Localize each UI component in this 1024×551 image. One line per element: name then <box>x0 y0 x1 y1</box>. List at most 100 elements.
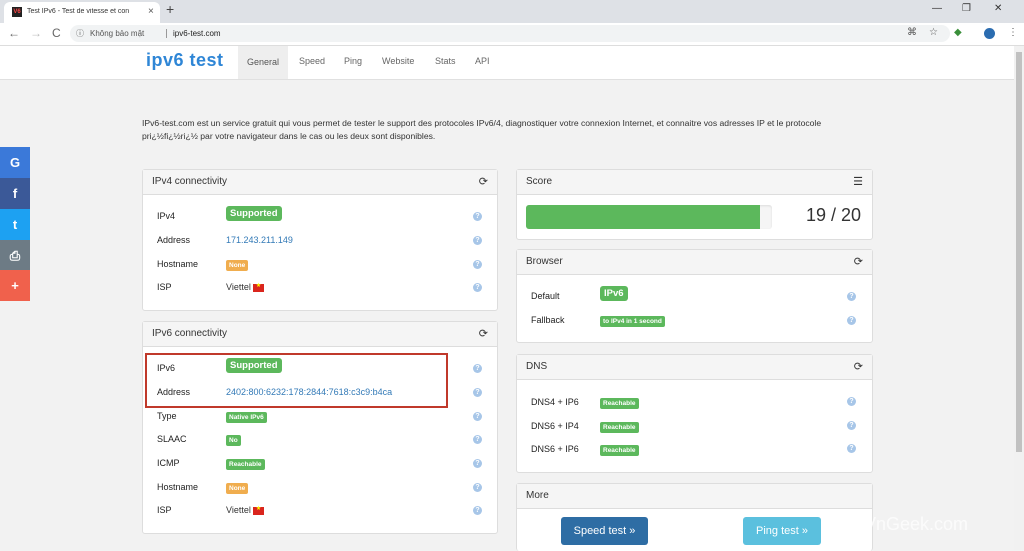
dns-panel: DNS ⟳ DNS4 + IP6 Reachable DNS6 + IP4 Re… <box>516 354 873 473</box>
favicon-icon: V6 <box>12 7 22 17</box>
hostname-label: Hostname <box>157 482 199 492</box>
refresh-icon[interactable]: ⟳ <box>479 322 488 346</box>
address-label: Address <box>157 235 191 245</box>
help-icon[interactable]: ? <box>473 459 482 468</box>
nav-general[interactable]: General <box>238 46 289 79</box>
ping-test-button[interactable]: Ping test » <box>743 517 821 545</box>
help-icon[interactable]: ? <box>473 483 482 492</box>
ipv4-panel: IPv4 connectivity ⟳ IPv4 Supported Addre… <box>142 169 498 311</box>
ipv6-panel-title: IPv6 connectivity <box>152 328 228 339</box>
nav-stats[interactable]: Stats <box>435 56 456 66</box>
info-icon[interactable]: ⓘ <box>76 25 84 42</box>
scrollbar-thumb[interactable] <box>1016 52 1022 452</box>
facebook-share-icon[interactable]: f <box>0 178 30 209</box>
more-panel-header: More <box>517 484 872 509</box>
ipv4-supported-badge: Supported <box>226 206 282 221</box>
ipv4-label: IPv4 <box>157 211 176 221</box>
dns-reachable-badge: Reachable <box>600 398 639 409</box>
tab-title: Test IPv6 - Test de vitesse et con <box>27 8 130 15</box>
window-close-icon[interactable]: ✕ <box>994 3 1002 14</box>
help-icon[interactable]: ? <box>473 506 482 515</box>
browser-toolbar: ← → C ⓘ Không bảo mật ipv6-test.com ⌘ ☆ … <box>0 23 1024 46</box>
help-icon[interactable]: ? <box>847 444 856 453</box>
watermark: VnGeek.com <box>864 514 969 534</box>
menu-icon[interactable]: ⋮ <box>1008 27 1018 38</box>
back-icon[interactable]: ← <box>8 26 20 40</box>
tab-close-icon[interactable]: × <box>148 6 154 17</box>
help-icon[interactable]: ? <box>473 236 482 245</box>
more-share-icon[interactable]: + <box>0 270 30 301</box>
site-navbar: ipv6 test General Speed Ping Website Sta… <box>0 46 1014 80</box>
fallback-label: Fallback <box>531 315 565 325</box>
ipv4-address-link[interactable]: 171.243.211.149 <box>226 235 293 245</box>
tab-strip: V6 Test IPv6 - Test de vitesse et con × … <box>0 0 1024 23</box>
google-share-icon[interactable]: G <box>0 147 30 178</box>
ipv4-panel-header: IPv4 connectivity ⟳ <box>143 170 497 195</box>
extension-icon[interactable]: ◆ <box>954 27 962 38</box>
dns-label: DNS4 + IP6 <box>531 397 579 407</box>
help-icon[interactable]: ? <box>847 397 856 406</box>
refresh-icon[interactable]: ⟳ <box>854 355 863 379</box>
browser-panel-title: Browser <box>526 256 563 267</box>
dns-label: DNS6 + IP6 <box>531 444 579 454</box>
refresh-icon[interactable]: ⟳ <box>854 250 863 274</box>
intro-text: IPv6-test.com est un service gratuit qui… <box>142 118 822 141</box>
translate-icon[interactable]: ⌘ <box>907 27 917 38</box>
nav-api[interactable]: API <box>475 56 490 66</box>
speed-test-button[interactable]: Speed test » <box>561 517 648 545</box>
native-ipv6-badge: Native IPv6 <box>226 412 267 423</box>
profile-avatar[interactable] <box>984 28 995 39</box>
nav-website[interactable]: Website <box>382 56 414 66</box>
score-panel-header: Score ☰ <box>517 170 872 195</box>
isp-value: Viettel <box>226 282 251 292</box>
help-icon[interactable]: ? <box>473 412 482 421</box>
bookmark-star-icon[interactable]: ☆ <box>929 27 938 38</box>
score-panel-title: Score <box>526 176 553 187</box>
help-icon[interactable]: ? <box>473 260 482 269</box>
help-icon[interactable]: ? <box>473 388 482 397</box>
ipv4-panel-title: IPv4 connectivity <box>152 176 228 187</box>
browser-panel-header: Browser ⟳ <box>517 250 872 275</box>
help-icon[interactable]: ? <box>847 316 856 325</box>
site-logo[interactable]: ipv6 test <box>146 50 224 71</box>
isp-value: Viettel <box>226 505 251 515</box>
score-progress-fill <box>526 205 760 229</box>
help-icon[interactable]: ? <box>847 421 856 430</box>
slaac-badge: No <box>226 435 241 446</box>
nav-ping[interactable]: Ping <box>344 56 362 66</box>
twitter-share-icon[interactable]: t <box>0 209 30 240</box>
url-text[interactable]: ipv6-test.com <box>173 25 221 42</box>
minimize-icon[interactable]: — <box>932 3 942 14</box>
nav-speed[interactable]: Speed <box>299 56 325 66</box>
dns-label: DNS6 + IP4 <box>531 421 579 431</box>
hostname-none-badge: None <box>226 260 249 271</box>
help-icon[interactable]: ? <box>847 292 856 301</box>
list-icon[interactable]: ☰ <box>853 170 863 194</box>
help-icon[interactable]: ? <box>473 283 482 292</box>
dns-panel-header: DNS ⟳ <box>517 355 872 380</box>
print-share-icon[interactable]: ⎙ <box>0 240 30 271</box>
dns-reachable-badge: Reachable <box>600 422 639 433</box>
reload-icon[interactable]: C <box>52 26 61 40</box>
new-tab-button[interactable]: + <box>166 1 174 17</box>
fallback-badge: to IPv4 in 1 second <box>600 316 665 327</box>
browser-tab[interactable]: V6 Test IPv6 - Test de vitesse et con × <box>4 2 160 23</box>
restore-icon[interactable]: ❐ <box>962 3 971 14</box>
vietnam-flag-icon <box>252 282 264 292</box>
help-icon[interactable]: ? <box>473 212 482 221</box>
dns-reachable-badge: Reachable <box>600 445 639 456</box>
address-separator <box>166 29 167 38</box>
score-value: 19 / 20 <box>805 205 861 225</box>
forward-icon[interactable]: → <box>30 26 42 40</box>
more-panel-title: More <box>526 490 549 501</box>
score-panel: Score ☰ 19 / 20 <box>516 169 873 240</box>
browser-panel: Browser ⟳ Default IPv6 Fallback to IPv4 … <box>516 249 873 343</box>
refresh-icon[interactable]: ⟳ <box>479 170 488 194</box>
icmp-label: ICMP <box>157 458 180 468</box>
help-icon[interactable]: ? <box>473 364 482 373</box>
type-label: Type <box>157 411 177 421</box>
default-ipv6-badge: IPv6 <box>600 286 628 301</box>
help-icon[interactable]: ? <box>473 435 482 444</box>
address-bar[interactable]: ⓘ Không bảo mật ipv6-test.com <box>70 25 950 42</box>
score-progress-bar <box>526 205 772 229</box>
